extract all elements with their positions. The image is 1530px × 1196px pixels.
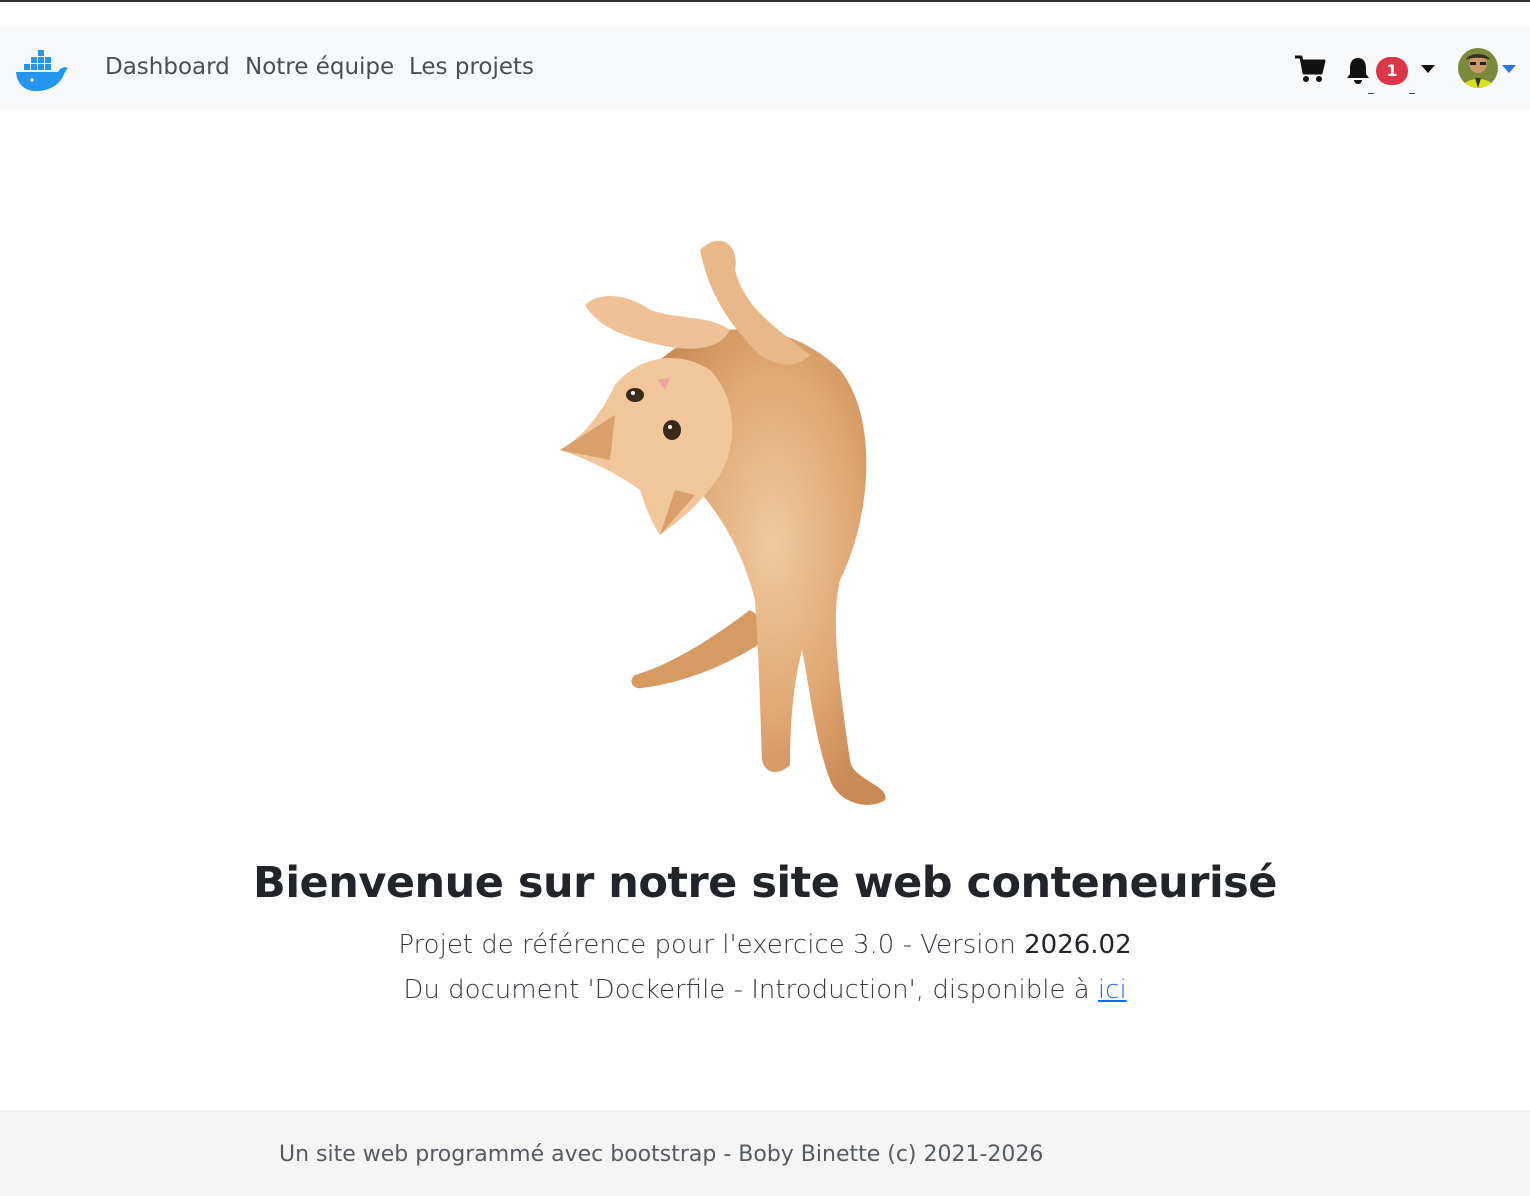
- docker-whale-icon[interactable]: [14, 50, 70, 92]
- shopping-cart-icon[interactable]: [1294, 54, 1326, 84]
- notif-dash-left: _: [1368, 80, 1374, 94]
- notif-dash-right: _: [1409, 80, 1415, 94]
- version-number: 2026.02: [1024, 930, 1132, 960]
- page-title: Bienvenue sur notre site web conteneuris…: [253, 858, 1277, 908]
- nav-link-les-projets[interactable]: Les projets: [409, 54, 534, 80]
- document-link[interactable]: ici: [1098, 975, 1127, 1005]
- avatar[interactable]: [1458, 48, 1498, 88]
- document-line: Du document 'Dockerfile - Introduction',…: [0, 975, 1530, 1005]
- version-line-text: Projet de référence pour l'exercice 3.0 …: [398, 930, 1025, 960]
- notifications-caret-icon[interactable]: [1421, 65, 1435, 73]
- notification-badge: 1: [1376, 57, 1408, 85]
- user-menu-caret-icon[interactable]: [1502, 65, 1516, 73]
- cat-image: [560, 240, 886, 805]
- footer: Un site web programmé avec bootstrap - B…: [0, 1110, 1530, 1196]
- footer-text: Un site web programmé avec bootstrap - B…: [279, 1142, 1044, 1167]
- version-line: Projet de référence pour l'exercice 3.0 …: [0, 930, 1530, 960]
- nav-link-dashboard[interactable]: Dashboard: [105, 54, 230, 80]
- top-gap: [0, 2, 1530, 26]
- nav-link-notre-equipe[interactable]: Notre équipe: [245, 54, 394, 80]
- document-line-text: Du document 'Dockerfile - Introduction',…: [403, 975, 1098, 1005]
- navbar: Dashboard Notre équipe Les projets _ 1 _: [0, 26, 1530, 110]
